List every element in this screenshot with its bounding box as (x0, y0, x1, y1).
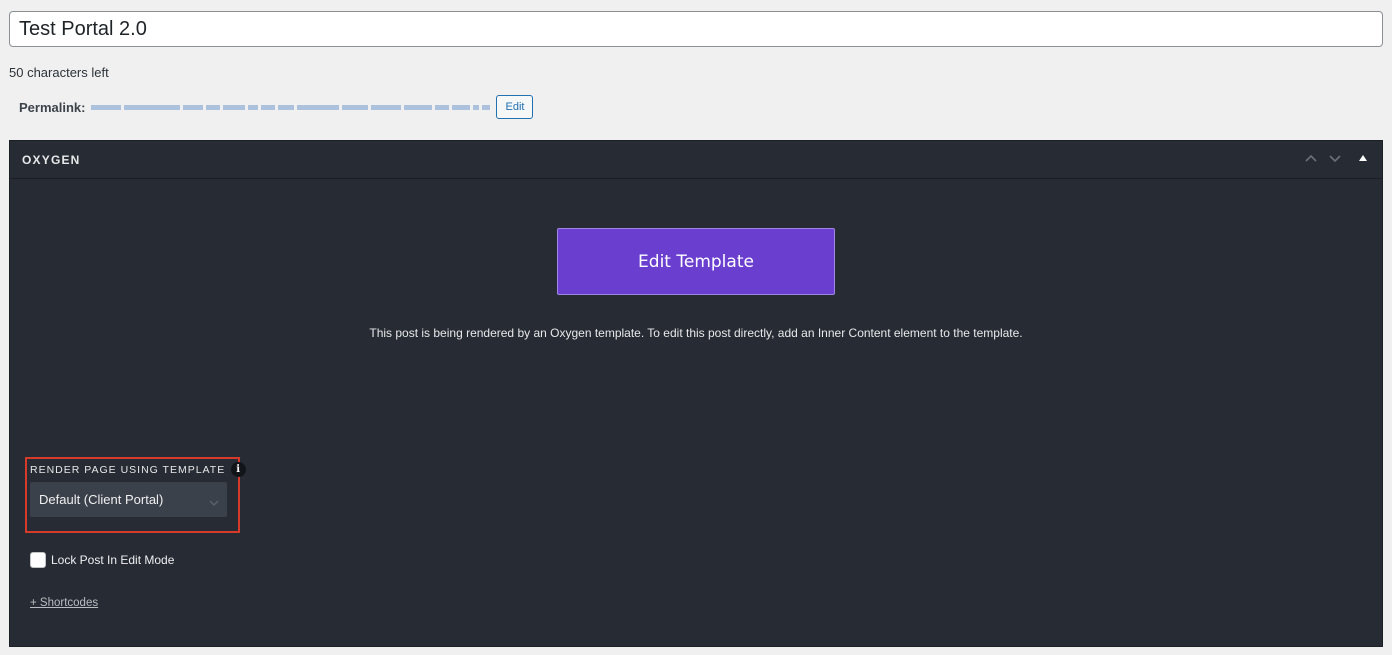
template-select[interactable]: Default (Client Portal) (30, 482, 227, 517)
chevron-down-icon[interactable] (1328, 151, 1342, 165)
template-select-value: Default (Client Portal) (39, 492, 164, 507)
post-title-input[interactable] (9, 11, 1383, 47)
oxygen-metabox: OXYGEN Edit Template This post is being … (9, 140, 1383, 647)
info-icon[interactable]: i (231, 462, 247, 477)
template-select-label-text: RENDER PAGE USING TEMPLATE (30, 463, 226, 476)
metabox-title: OXYGEN (22, 153, 81, 167)
collapse-triangle-icon[interactable] (1358, 153, 1368, 163)
metabox-header: OXYGEN (10, 141, 1382, 179)
permalink-edit-button[interactable]: Edit (496, 95, 534, 119)
permalink-label: Permalink: (19, 99, 86, 115)
permalink-url-redacted[interactable] (91, 104, 491, 110)
lock-post-label[interactable]: Lock Post In Edit Mode (51, 553, 174, 567)
edit-template-button[interactable]: Edit Template (557, 228, 835, 295)
metabox-controls (1304, 151, 1368, 165)
permalink-row: Permalink: Edit (19, 94, 534, 120)
template-select-label: RENDER PAGE USING TEMPLATE i (30, 462, 247, 477)
render-notice: This post is being rendered by an Oxygen… (369, 326, 1023, 340)
lock-post-checkbox[interactable] (30, 552, 46, 568)
chevron-up-icon[interactable] (1304, 151, 1318, 165)
select-chevron-icon (209, 495, 219, 510)
shortcodes-link[interactable]: + Shortcodes (30, 597, 98, 609)
character-counter: 50 characters left (9, 65, 109, 80)
lock-post-row: Lock Post In Edit Mode (30, 552, 174, 568)
